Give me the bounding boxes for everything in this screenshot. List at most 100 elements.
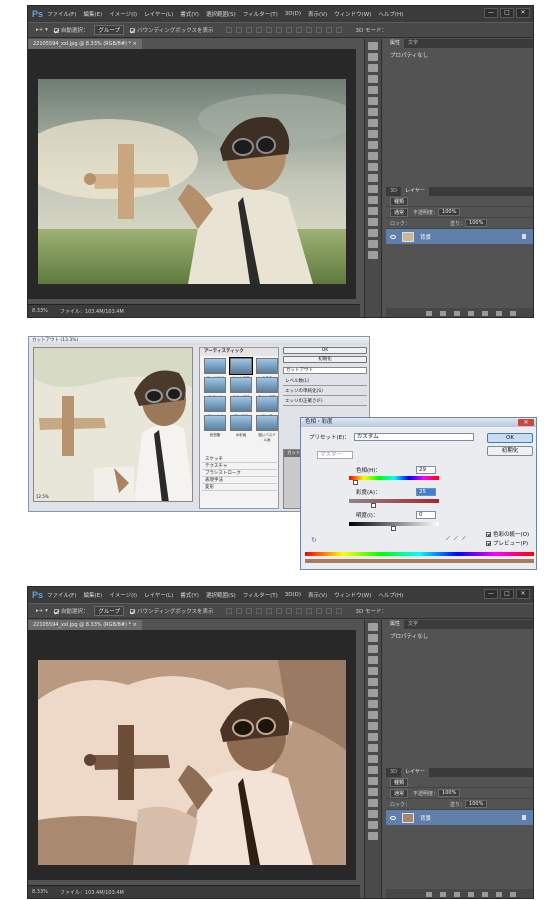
auto-select-checkbox[interactable]: 自動選択：	[53, 607, 88, 615]
fill-input[interactable]: 100%	[465, 219, 488, 227]
dialog-close-icon[interactable]: ✕	[518, 419, 534, 426]
menu-view[interactable]: 表示(V)	[308, 591, 327, 599]
trash-icon[interactable]	[510, 311, 516, 316]
history-brush-icon[interactable]	[368, 141, 378, 149]
gradient-tool-icon[interactable]	[368, 744, 378, 752]
edge-fidelity-slider[interactable]: エッジの正確さ(F)	[283, 398, 367, 406]
shape-tool-icon[interactable]	[368, 810, 378, 818]
visibility-eye-icon[interactable]	[390, 234, 396, 239]
lightness-slider-knob[interactable]	[391, 526, 396, 531]
menu-layer[interactable]: レイヤー(L)	[144, 10, 173, 18]
healing-tool-icon[interactable]	[368, 108, 378, 116]
dodge-tool-icon[interactable]	[368, 766, 378, 774]
menu-filter[interactable]: フィルター(T)	[243, 10, 278, 18]
folder-icon[interactable]	[482, 311, 488, 316]
menu-image[interactable]: イメージ(I)	[109, 10, 137, 18]
maximize-button[interactable]: □	[500, 589, 514, 599]
fx-icon[interactable]	[440, 892, 446, 897]
eyedropper-minus-icon[interactable]: ⟋	[462, 536, 466, 543]
crop-tool-icon[interactable]	[368, 86, 378, 94]
lightness-input[interactable]: 0	[416, 511, 436, 519]
menu-file[interactable]: ファイル(F)	[47, 591, 76, 599]
history-brush-icon[interactable]	[368, 722, 378, 730]
filter-thumb-3[interactable]: スポンジ	[204, 377, 226, 399]
eyedropper-tool-icon[interactable]	[368, 97, 378, 105]
brush-tool-icon[interactable]	[368, 700, 378, 708]
tab-character[interactable]: 文字	[404, 39, 422, 48]
menu-edit[interactable]: 編集(E)	[83, 591, 102, 599]
menu-view[interactable]: 表示(V)	[308, 10, 327, 18]
link-icon[interactable]	[426, 311, 432, 316]
layer-row-background[interactable]: 背景	[386, 229, 533, 244]
visibility-eye-icon[interactable]	[390, 815, 396, 820]
layer-kind-filter[interactable]: 種類	[390, 196, 409, 206]
hand-adjust-icon[interactable]: ↻	[311, 536, 317, 544]
trash-icon[interactable]	[510, 892, 516, 897]
dodge-tool-icon[interactable]	[368, 185, 378, 193]
hue-reset-button[interactable]: 初期化	[487, 446, 533, 456]
menu-image[interactable]: イメージ(I)	[109, 591, 137, 599]
eyedropper-icon[interactable]: ⟋	[446, 536, 450, 543]
tab-layers[interactable]: レイヤー	[401, 768, 429, 777]
saturation-input[interactable]: 25	[416, 488, 436, 496]
pen-tool-icon[interactable]	[368, 777, 378, 785]
saturation-slider-track[interactable]	[349, 499, 439, 503]
filter-thumb-5[interactable]: ネオン光彩	[256, 377, 278, 399]
zoom-readout[interactable]: 8.33%	[32, 308, 48, 314]
eraser-tool-icon[interactable]	[368, 733, 378, 741]
path-select-icon[interactable]	[368, 218, 378, 226]
filter-thumb-7[interactable]: フレスコ	[230, 396, 252, 418]
type-tool-icon[interactable]	[368, 788, 378, 796]
filter-thumb-8[interactable]: ラップ	[256, 396, 278, 418]
marquee-tool-icon[interactable]	[368, 634, 378, 642]
shape-tool-icon[interactable]	[368, 229, 378, 237]
menu-3d[interactable]: 3D(D)	[285, 11, 301, 17]
menu-window[interactable]: ウィンドウ(W)	[334, 591, 371, 599]
type-tool-icon[interactable]	[368, 207, 378, 215]
eyedropper-plus-icon[interactable]: ⟋	[454, 536, 458, 543]
fx-icon[interactable]	[440, 311, 446, 316]
brush-tool-icon[interactable]	[368, 119, 378, 127]
preview-checkbox[interactable]: プレビュー(P)	[486, 539, 528, 547]
filter-thumb-4[interactable]: ドライブラシ	[230, 377, 252, 404]
menu-edit[interactable]: 編集(E)	[83, 10, 102, 18]
category-sketch[interactable]: スケッチ	[202, 456, 277, 463]
category-stylize[interactable]: 表現手法	[202, 477, 277, 484]
move-tool-icon[interactable]: ▸+ ▾	[36, 608, 48, 614]
pen-tool-icon[interactable]	[368, 196, 378, 204]
lasso-tool-icon[interactable]	[368, 645, 378, 653]
tab-3d[interactable]: 3D	[386, 768, 401, 777]
filter-thumb-1[interactable]: カットアウト	[229, 357, 253, 385]
gradient-tool-icon[interactable]	[368, 163, 378, 171]
quick-select-tool-icon[interactable]	[368, 75, 378, 83]
hand-tool-icon[interactable]	[368, 240, 378, 248]
opacity-input[interactable]: 100%	[438, 208, 461, 216]
channel-select[interactable]: マスター	[317, 451, 353, 459]
eyedropper-tool-icon[interactable]	[368, 678, 378, 686]
auto-select-dropdown[interactable]: グループ	[94, 25, 125, 35]
levels-slider[interactable]: レベル数(L)	[283, 378, 367, 386]
saturation-slider-knob[interactable]	[371, 503, 376, 508]
filter-reset-button[interactable]: 初期化	[283, 356, 367, 363]
hue-slider-knob[interactable]	[353, 480, 358, 485]
hue-input[interactable]: 29	[416, 466, 436, 474]
folder-icon[interactable]	[482, 892, 488, 897]
menu-window[interactable]: ウィンドウ(W)	[334, 10, 371, 18]
edge-simplicity-slider[interactable]: エッジの単純化(S)	[283, 388, 367, 396]
menu-3d[interactable]: 3D(D)	[285, 592, 301, 598]
move-tool-icon[interactable]	[368, 623, 378, 631]
category-brush-strokes[interactable]: ブラシストローク	[202, 470, 277, 477]
path-select-icon[interactable]	[368, 799, 378, 807]
opacity-input[interactable]: 100%	[438, 789, 461, 797]
hue-ok-button[interactable]: OK	[487, 433, 533, 443]
preset-select[interactable]: カスタム	[353, 433, 474, 441]
document-tab[interactable]: 22105594_xxl.jpg @ 8.33% (RGB/8#) * ×	[28, 620, 142, 630]
menu-filter[interactable]: フィルター(T)	[243, 591, 278, 599]
menu-type[interactable]: 書式(Y)	[180, 591, 199, 599]
menu-select[interactable]: 選択範囲(S)	[206, 10, 236, 18]
new-layer-icon[interactable]	[496, 892, 502, 897]
tab-properties[interactable]: 属性	[386, 39, 405, 48]
artistic-category[interactable]: アーティスティック	[200, 348, 278, 356]
minimize-button[interactable]: —	[484, 8, 498, 18]
category-distort[interactable]: 変形	[202, 484, 277, 491]
